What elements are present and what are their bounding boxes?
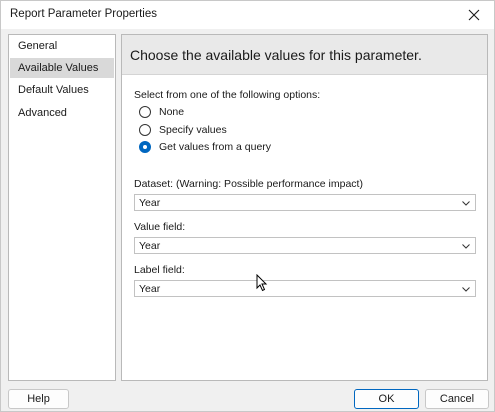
label-field-select[interactable]: Year [134,280,476,297]
options-label: Select from one of the following options… [134,89,321,101]
sidebar-item-label: General [18,40,58,52]
radio-label: Specify values [159,124,227,136]
close-button[interactable] [454,1,494,29]
value-field-value: Year [139,240,161,252]
cancel-button[interactable]: Cancel [425,389,489,409]
sidebar-item-available-values[interactable]: Available Values [10,58,114,78]
label-field-label: Label field: [134,264,185,276]
radio-button[interactable] [139,106,151,118]
sidebar-item-label: Default Values [18,84,89,96]
report-parameter-properties-dialog: Report Parameter Properties General Avai… [0,0,495,412]
chevron-down-icon [462,201,470,206]
help-button[interactable]: Help [8,389,69,409]
value-field-label: Value field: [134,221,186,233]
dataset-select[interactable]: Year [134,194,476,211]
title-bar: Report Parameter Properties [1,1,494,29]
sidebar-item-label: Advanced [18,107,67,119]
label-field-value: Year [139,283,161,295]
radio-button[interactable] [139,124,151,136]
content-header: Choose the available values for this par… [122,35,487,75]
radio-none[interactable]: None [139,104,184,120]
sidebar-item-label: Available Values [18,62,99,74]
dataset-value: Year [139,197,161,209]
content-panel: Choose the available values for this par… [121,34,488,381]
sidebar-item-default-values[interactable]: Default Values [10,80,114,100]
radio-label: None [159,106,185,118]
value-field-select[interactable]: Year [134,237,476,254]
radio-specify-values[interactable]: Specify values [139,122,227,138]
radio-label: Get values from a query [159,141,272,153]
chevron-down-icon [462,287,470,292]
page-title: Choose the available values for this par… [130,47,422,63]
window-title: Report Parameter Properties [10,8,158,20]
sidebar-item-advanced[interactable]: Advanced [10,103,114,123]
sidebar-nav: General Available Values Default Values … [8,34,116,381]
radio-get-values-from-query[interactable]: Get values from a query [139,139,271,155]
dataset-label: Dataset: (Warning: Possible performance … [134,178,363,190]
radio-button[interactable] [139,141,151,153]
ok-button[interactable]: OK [354,389,419,409]
close-icon [468,9,480,21]
sidebar-item-general[interactable]: General [10,36,114,56]
chevron-down-icon [462,244,470,249]
mouse-pointer-icon [256,274,268,292]
